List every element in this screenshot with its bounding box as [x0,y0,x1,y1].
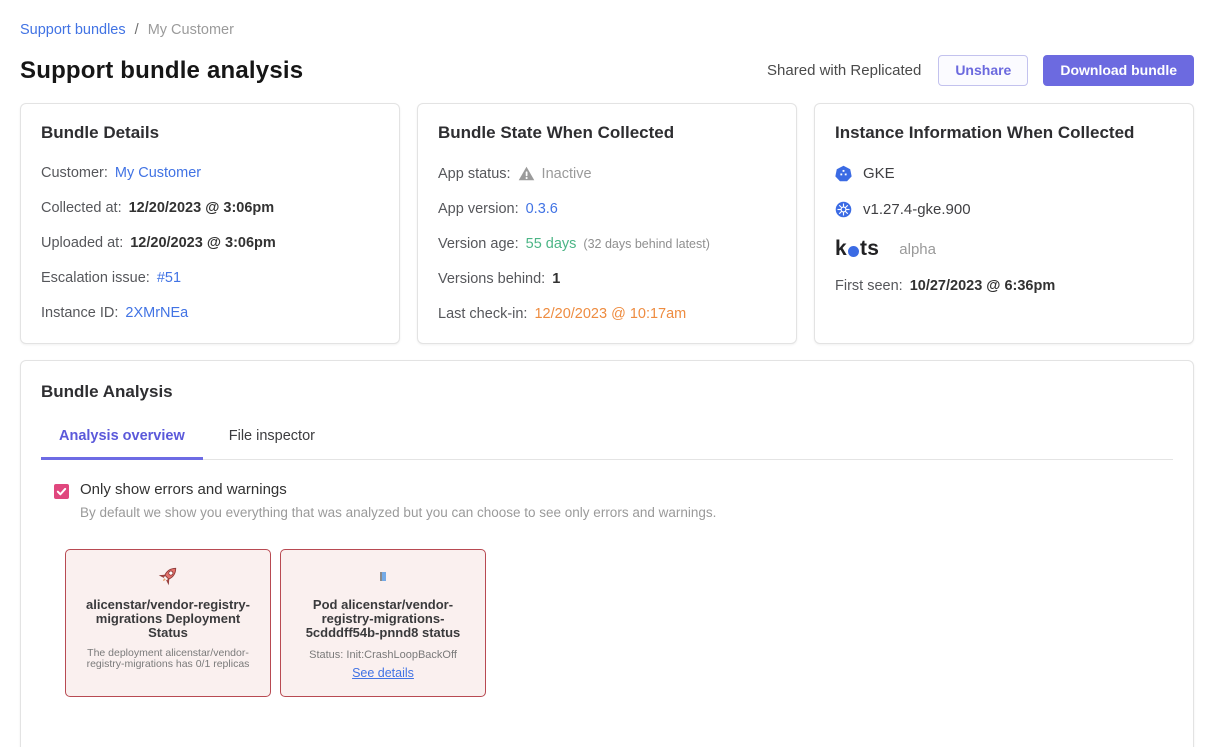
analysis-results: alicenstar/vendor-registry-migrations De… [41,549,1173,697]
version-age-note: (32 days behind latest) [583,237,709,251]
kots-logo-k: k [835,237,847,261]
instance-info-card: Instance Information When Collected GKE [814,103,1194,344]
warning-icon [518,165,535,182]
distribution-row: GKE [835,165,1173,182]
versions-behind-row: Versions behind: 1 [438,271,776,287]
app-status-row: App status: Inactive [438,165,776,182]
pod-status-error-card[interactable]: Pod alicenstar/vendor-registry-migration… [280,549,486,697]
last-checkin-row: Last check-in: 12/20/2023 @ 10:17am [438,306,776,322]
breadcrumb-support-bundles-link[interactable]: Support bundles [20,22,126,38]
checkmark-icon [56,486,67,497]
uploaded-at-row: Uploaded at: 12/20/2023 @ 3:06pm [41,235,379,251]
first-seen-row: First seen: 10/27/2023 @ 6:36pm [835,278,1173,294]
collected-at-label: Collected at: [41,200,122,216]
versions-behind-label: Versions behind: [438,271,545,287]
breadcrumb: Support bundles / My Customer [20,22,1194,38]
rocket-icon [156,564,180,588]
instance-id-link[interactable]: 2XMrNEa [125,305,188,321]
filter-row: Only show errors and warnings By default… [41,481,1173,520]
version-age-value: 55 days [526,236,577,252]
kots-channel: alpha [899,241,936,258]
tab-file-inspector[interactable]: File inspector [211,428,333,460]
escalation-issue-link[interactable]: #51 [157,270,181,286]
collected-at-row: Collected at: 12/20/2023 @ 3:06pm [41,200,379,216]
version-age-label: Version age: [438,236,519,252]
header-actions: Shared with Replicated Unshare Download … [767,55,1194,86]
kots-logo-dot-icon [848,246,859,257]
only-errors-checkbox[interactable] [54,484,69,499]
customer-label: Customer: [41,165,108,181]
bundle-analysis-card: Bundle Analysis Analysis overview File i… [20,360,1194,747]
escalation-issue-row: Escalation issue: #51 [41,270,379,286]
first-seen-value: 10/27/2023 @ 6:36pm [910,278,1056,294]
error-card-title: alicenstar/vendor-registry-migrations De… [78,598,258,640]
bundle-details-card: Bundle Details Customer: My Customer Col… [20,103,400,344]
tab-analysis-overview[interactable]: Analysis overview [41,428,203,460]
error-card-title: Pod alicenstar/vendor-registry-migration… [293,598,473,640]
app-status-label: App status: [438,166,511,182]
error-icon-wrap [293,563,473,589]
breadcrumb-separator: / [135,22,139,38]
uploaded-at-value: 12/20/2023 @ 3:06pm [130,235,276,251]
error-icon-wrap [78,563,258,589]
info-cards-row: Bundle Details Customer: My Customer Col… [20,103,1194,344]
support-bundle-page: Support bundles / My Customer Support bu… [0,0,1212,747]
deployment-status-error-card[interactable]: alicenstar/vendor-registry-migrations De… [65,549,271,697]
kubernetes-icon [835,201,852,218]
error-card-status: Status: Init:CrashLoopBackOff [293,649,473,661]
versions-behind-value: 1 [552,271,560,287]
shared-status-text: Shared with Replicated [767,62,921,79]
broken-image-icon [380,572,386,581]
page-header: Support bundle analysis Shared with Repl… [20,55,1194,86]
kots-logo: kts [835,237,879,261]
page-title: Support bundle analysis [20,57,303,85]
app-version-link[interactable]: 0.3.6 [526,201,558,217]
download-bundle-button[interactable]: Download bundle [1043,55,1194,86]
customer-link[interactable]: My Customer [115,165,201,181]
kots-logo-ts: ts [860,237,879,261]
instance-id-row: Instance ID: 2XMrNEa [41,305,379,321]
filter-label[interactable]: Only show errors and warnings [80,481,716,498]
bundle-state-title: Bundle State When Collected [438,123,776,143]
breadcrumb-current: My Customer [148,22,234,38]
last-checkin-value: 12/20/2023 @ 10:17am [534,306,686,322]
last-checkin-label: Last check-in: [438,306,527,322]
analysis-tabs: Analysis overview File inspector [41,428,1173,460]
app-version-label: App version: [438,201,519,217]
error-card-message: The deployment alicenstar/vendor-registr… [78,648,258,669]
kubernetes-version-row: v1.27.4-gke.900 [835,201,1173,218]
version-age-row: Version age: 55 days (32 days behind lat… [438,236,776,252]
uploaded-at-label: Uploaded at: [41,235,123,251]
filter-description: By default we show you everything that w… [80,505,716,520]
unshare-button[interactable]: Unshare [938,55,1028,86]
filter-texts: Only show errors and warnings By default… [80,481,716,520]
kubernetes-version-value: v1.27.4-gke.900 [863,201,971,218]
distribution-value: GKE [863,165,895,182]
see-details-link[interactable]: See details [352,666,414,680]
escalation-issue-label: Escalation issue: [41,270,150,286]
gke-icon [835,165,852,182]
app-version-row: App version: 0.3.6 [438,201,776,217]
customer-row: Customer: My Customer [41,165,379,181]
bundle-details-title: Bundle Details [41,123,379,143]
collected-at-value: 12/20/2023 @ 3:06pm [129,200,275,216]
bundle-analysis-title: Bundle Analysis [41,382,1173,402]
first-seen-label: First seen: [835,278,903,294]
instance-id-label: Instance ID: [41,305,118,321]
app-status-value: Inactive [542,166,592,182]
instance-info-title: Instance Information When Collected [835,123,1173,143]
bundle-state-card: Bundle State When Collected App status: … [417,103,797,344]
kots-row: kts alpha [835,237,1173,261]
